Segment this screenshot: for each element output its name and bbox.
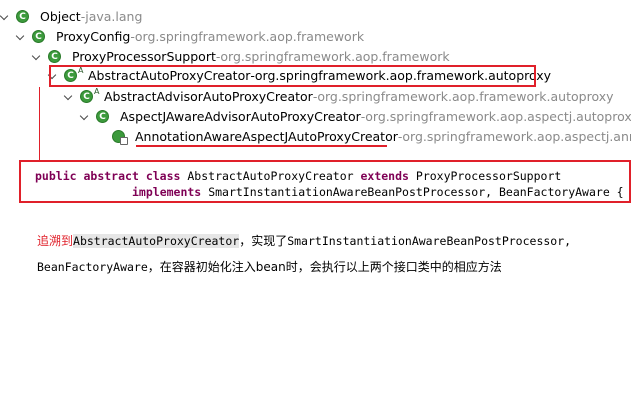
code-keyword: public — [35, 169, 77, 183]
class-icon: C — [80, 90, 93, 103]
code-keyword: abstract — [83, 169, 139, 183]
code-interfaces: SmartInstantiationAwareBeanPostProcessor… — [208, 185, 624, 199]
note-interface-2: BeanFactoryAware — [37, 260, 148, 274]
focused-class-icon — [112, 130, 128, 145]
class-name: AspectJAwareAdvisorAutoProxyCreator — [120, 109, 361, 124]
package-name: java.lang — [85, 9, 143, 24]
package-name: org.springframework.aop.framework.autopr… — [254, 68, 552, 83]
tree-node-proxyprocessorsupport[interactable]: C ProxyProcessorSupport - org.springfram… — [32, 46, 450, 67]
abstract-marker: A — [94, 87, 100, 96]
code-parent-class: ProxyProcessorSupport — [415, 169, 562, 183]
code-snippet-box: public abstract class AbstractAutoProxyC… — [19, 160, 631, 203]
red-connector-line — [39, 87, 40, 161]
note-lead: 追溯到 — [37, 234, 74, 248]
tree-node-object[interactable]: C Object - java.lang — [0, 6, 142, 27]
package-name: org.springframework.aop.aspectj.autoprox… — [365, 109, 631, 124]
package-name: org.springframework.aop.aspectj.annota — [402, 129, 631, 144]
tree-node-proxyconfig[interactable]: C ProxyConfig - org.springframework.aop.… — [16, 26, 364, 47]
class-icon: C — [64, 69, 77, 82]
note-class-name: AbstractAutoProxyCreator — [73, 234, 240, 248]
class-name: AbstractAutoProxyCreator — [88, 68, 251, 83]
tree-node-abstractadvisorautoproxycreator[interactable]: C A AbstractAdvisorAutoProxyCreator - or… — [64, 86, 614, 107]
note-line-1: 追溯到AbstractAutoProxyCreator，实现了SmartInst… — [37, 232, 571, 249]
code-keyword: extends — [360, 169, 409, 183]
tree-node-aspectjawareadvisorautoproxycreator[interactable]: C AspectJAwareAdvisorAutoProxyCreator - … — [80, 106, 631, 127]
chevron-down-icon[interactable] — [80, 112, 90, 122]
class-name: AnnotationAwareAspectJAutoProxyCreator — [135, 129, 398, 144]
class-icon: C — [16, 10, 29, 23]
chevron-down-icon[interactable] — [48, 71, 58, 81]
chevron-down-icon[interactable] — [16, 32, 26, 42]
class-icon: C — [32, 30, 45, 43]
code-keyword: class — [145, 169, 181, 183]
chevron-down-icon[interactable] — [64, 92, 74, 102]
note-line-2: BeanFactoryAware，在容器初始化注入bean时，会执行以上两个接口… — [37, 258, 502, 275]
package-name: org.springframework.aop.framework — [134, 29, 365, 44]
chevron-down-icon[interactable] — [32, 52, 42, 62]
red-underline — [136, 145, 387, 147]
note-interface-1: SmartInstantiationAwareBeanPostProcessor — [287, 234, 565, 248]
code-line-2: implements SmartInstantiationAwareBeanPo… — [132, 185, 624, 199]
class-icon: C — [48, 50, 61, 63]
abstract-marker: A — [78, 66, 84, 75]
class-icon: C — [96, 110, 109, 123]
tree-node-abstractautoproxycreator[interactable]: C A AbstractAutoProxyCreator - org.sprin… — [48, 65, 551, 86]
class-name: AbstractAdvisorAutoProxyCreator — [104, 89, 313, 104]
note-tail: ，在容器初始化注入bean时，会执行以上两个接口类中的相应方法 — [147, 260, 502, 274]
package-name: org.springframework.aop.framework — [220, 49, 450, 64]
class-name: ProxyProcessorSupport — [72, 49, 216, 64]
note-comma: , — [564, 234, 572, 248]
note-mid: ，实现了 — [239, 234, 288, 248]
class-name: ProxyConfig — [56, 29, 131, 44]
tree-node-annotationawareaspectjautoproxycreator[interactable]: AnnotationAwareAspectJAutoProxyCreator -… — [112, 126, 631, 147]
package-name: org.springframework.aop.framework.autopr… — [317, 89, 614, 104]
code-line-1: public abstract class AbstractAutoProxyC… — [35, 169, 561, 183]
code-keyword: implements — [132, 185, 202, 199]
code-class-name: AbstractAutoProxyCreator — [187, 169, 354, 183]
chevron-down-icon[interactable] — [0, 12, 10, 22]
class-name: Object — [40, 9, 81, 24]
